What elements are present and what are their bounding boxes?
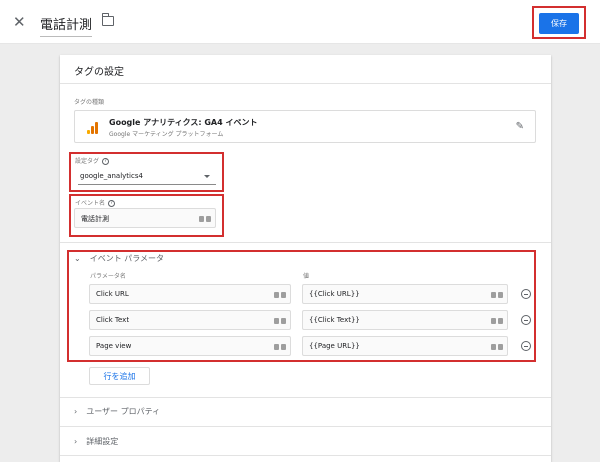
tag-title-input[interactable]: 電話計測 [40,14,93,37]
tag-type-subtitle: Google マーケティング プラットフォーム [109,131,224,138]
tag-config-card: タグの設定 タグの種類 Google アナリティクス: GA4 イベント Goo… [60,55,551,462]
param-name-value: Page view [96,342,132,350]
remove-row-icon[interactable] [521,315,531,325]
advanced-settings-title: 詳細設定 [86,437,119,446]
param-name-input[interactable]: Click Text [89,310,291,330]
param-value-value: {{Click URL}} [309,290,360,298]
folder-icon[interactable] [101,13,114,26]
config-tag-label: 設定タグ? [75,156,110,165]
variable-picker-icon[interactable] [271,287,289,303]
analytics-icon [87,122,98,134]
param-name-input[interactable]: Page view [89,336,291,356]
add-row-button[interactable]: 行を追加 [89,367,150,385]
event-params-header[interactable]: ⌄ イベント パラメータ [74,253,164,264]
variable-picker-icon[interactable] [488,287,506,303]
param-value-input[interactable]: {{Click URL}} [302,284,508,304]
divider [60,397,551,398]
user-properties-header[interactable]: › ユーザー プロパティ [74,406,160,417]
event-params-title: イベント パラメータ [89,254,165,263]
divider [60,83,551,84]
close-icon[interactable]: ✕ [13,13,26,31]
divider [60,242,551,243]
event-name-label-text: イベント名 [75,200,106,207]
param-value-input[interactable]: {{Click Text}} [302,310,508,330]
config-tag-label-text: 設定タグ [75,158,100,165]
edit-pencil-icon[interactable]: ✎ [516,121,524,132]
chevron-right-icon: › [74,437,78,446]
variable-picker-icon[interactable] [196,211,214,227]
help-icon[interactable]: ? [108,200,116,207]
remove-row-icon[interactable] [521,289,531,299]
dropdown-caret-icon [204,175,210,178]
tag-type-label: タグの種類 [74,99,105,106]
remove-row-icon[interactable] [521,341,531,351]
value-column-header: 値 [303,273,310,280]
card-title: タグの設定 [74,67,124,78]
save-button[interactable]: 保存 [539,13,579,34]
tag-type-name: Google アナリティクス: GA4 イベント [109,118,258,127]
top-bar: ✕ 電話計測 保存 [0,0,600,44]
variable-picker-icon[interactable] [271,339,289,355]
chevron-down-icon: ⌄ [74,254,81,263]
event-name-value: 電話計測 [81,215,109,223]
config-tag-select[interactable]: google_analytics4 [78,169,216,185]
param-name-input[interactable]: Click URL [89,284,291,304]
chevron-right-icon: › [74,407,78,416]
event-name-label: イベント名? [75,198,116,207]
help-icon[interactable]: ? [102,158,110,165]
param-value-value: {{Page URL}} [309,342,360,350]
param-name-column-header: パラメータ名 [90,273,126,280]
event-name-input[interactable]: 電話計測 [74,208,216,228]
param-name-value: Click Text [96,316,130,324]
param-value-value: {{Click Text}} [309,316,360,324]
config-tag-value: google_analytics4 [80,172,143,180]
param-value-input[interactable]: {{Page URL}} [302,336,508,356]
divider [60,426,551,427]
advanced-settings-header[interactable]: › 詳細設定 [74,436,118,447]
param-name-value: Click URL [96,290,129,298]
variable-picker-icon[interactable] [488,339,506,355]
variable-picker-icon[interactable] [271,313,289,329]
variable-picker-icon[interactable] [488,313,506,329]
divider [60,455,551,456]
user-properties-title: ユーザー プロパティ [86,407,161,416]
tag-type-selector[interactable]: Google アナリティクス: GA4 イベント Google マーケティング … [74,110,536,143]
